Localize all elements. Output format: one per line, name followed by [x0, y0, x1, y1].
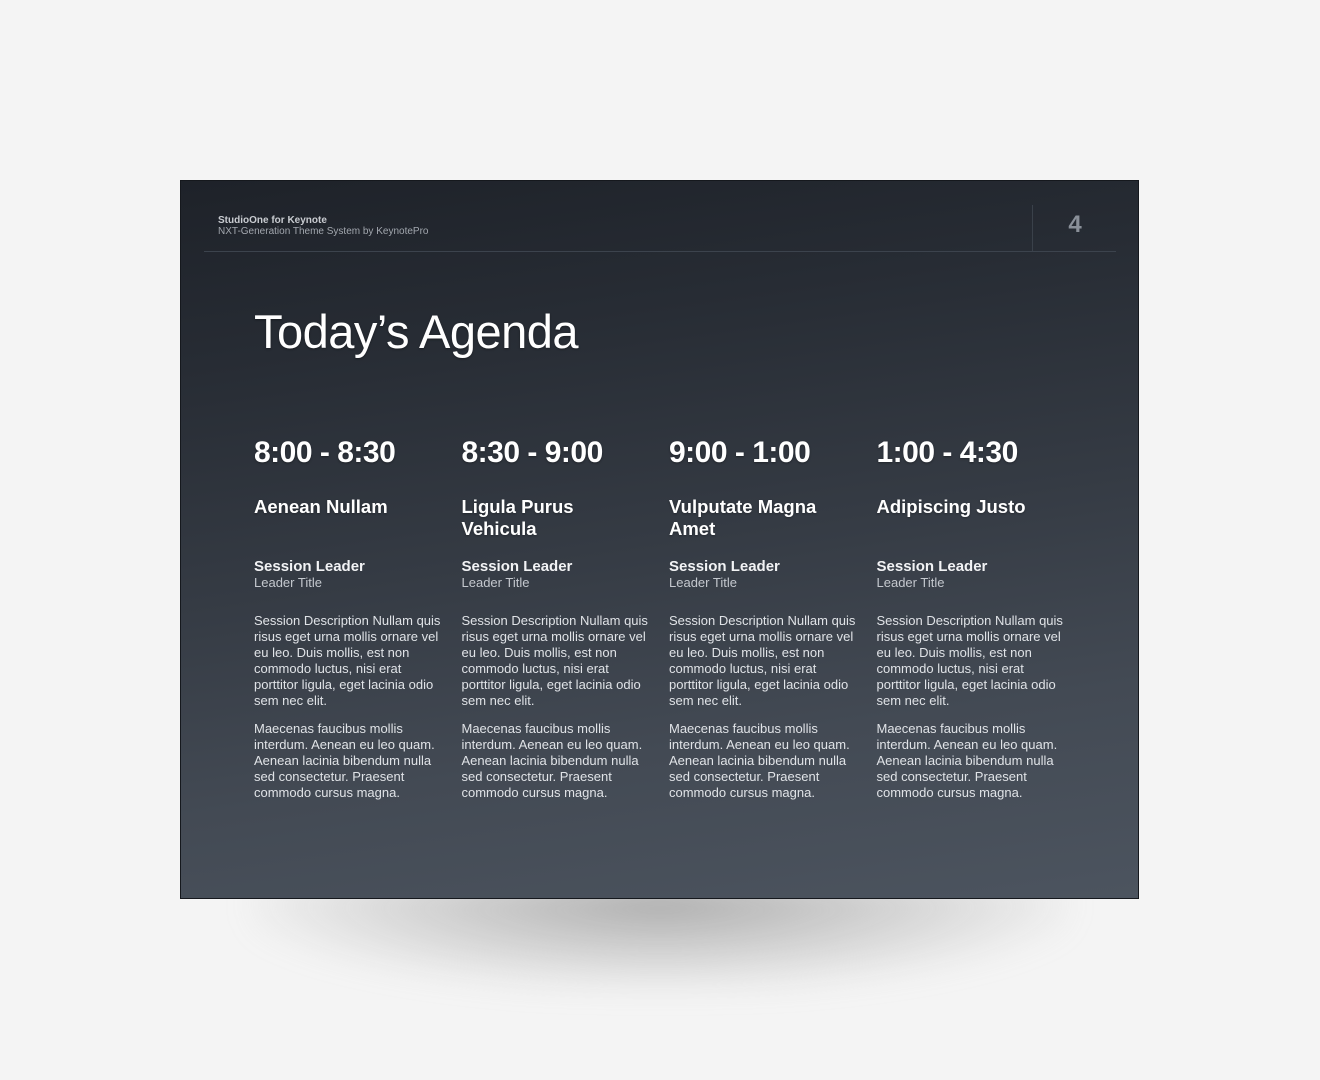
session-description-extra: Maecenas faucibus mollis interdum. Aenea… — [669, 721, 850, 800]
session-leader-title: Leader Title — [876, 575, 945, 590]
agenda-columns: 8:00 - 8:30 Aenean Nullam Session Leader… — [254, 433, 1084, 801]
session-title: Aenean Nullam — [254, 496, 388, 517]
session-leader-title: Leader Title — [461, 575, 530, 590]
session-title: Vulputate Magna Amet — [669, 496, 817, 539]
session-description: Session Description Nullam quis risus eg… — [461, 613, 648, 708]
session-description-extra: Maecenas faucibus mollis interdum. Aenea… — [876, 721, 1058, 800]
session-leader-name: Session Leader — [876, 558, 988, 575]
session-description: Session Description Nullam quis risus eg… — [669, 613, 856, 708]
session-time: 8:00 - 8:30 — [254, 436, 396, 469]
session-column: 8:30 - 9:00 Ligula Purus Vehicula Sessio… — [462, 433, 670, 801]
brand-title: StudioOne for Keynote — [218, 215, 327, 226]
session-leader-title: Leader Title — [254, 575, 322, 590]
header-rule — [204, 251, 1116, 252]
session-column: 1:00 - 4:30 Adipiscing Justo Session Lea… — [877, 433, 1085, 801]
session-leader-name: Session Leader — [461, 558, 573, 575]
page-number: 4 — [1068, 211, 1082, 238]
session-description-extra: Maecenas faucibus mollis interdum. Aenea… — [254, 721, 435, 800]
brand-subtitle: NXT-Generation Theme System by KeynotePr… — [218, 226, 429, 237]
session-leader-title: Leader Title — [669, 575, 737, 590]
session-title: Ligula Purus Vehicula — [461, 496, 574, 539]
slide-title: Today’s Agenda — [254, 305, 579, 358]
agenda-slide: StudioOne for Keynote NXT-Generation The… — [180, 180, 1139, 899]
session-column: 8:00 - 8:30 Aenean Nullam Session Leader… — [254, 433, 462, 801]
session-title: Adipiscing Justo — [876, 496, 1026, 517]
session-time: 9:00 - 1:00 — [669, 436, 811, 469]
session-description-extra: Maecenas faucibus mollis interdum. Aenea… — [461, 721, 643, 800]
session-description: Session Description Nullam quis risus eg… — [876, 613, 1063, 708]
session-description: Session Description Nullam quis risus eg… — [254, 613, 441, 708]
session-leader-name: Session Leader — [669, 558, 780, 575]
session-time: 1:00 - 4:30 — [876, 436, 1019, 469]
brand-block: StudioOne for Keynote NXT-Generation The… — [218, 215, 428, 237]
session-time: 8:30 - 9:00 — [461, 436, 604, 469]
session-column: 9:00 - 1:00 Vulputate Magna Amet Session… — [669, 433, 877, 801]
session-leader-name: Session Leader — [254, 558, 365, 575]
